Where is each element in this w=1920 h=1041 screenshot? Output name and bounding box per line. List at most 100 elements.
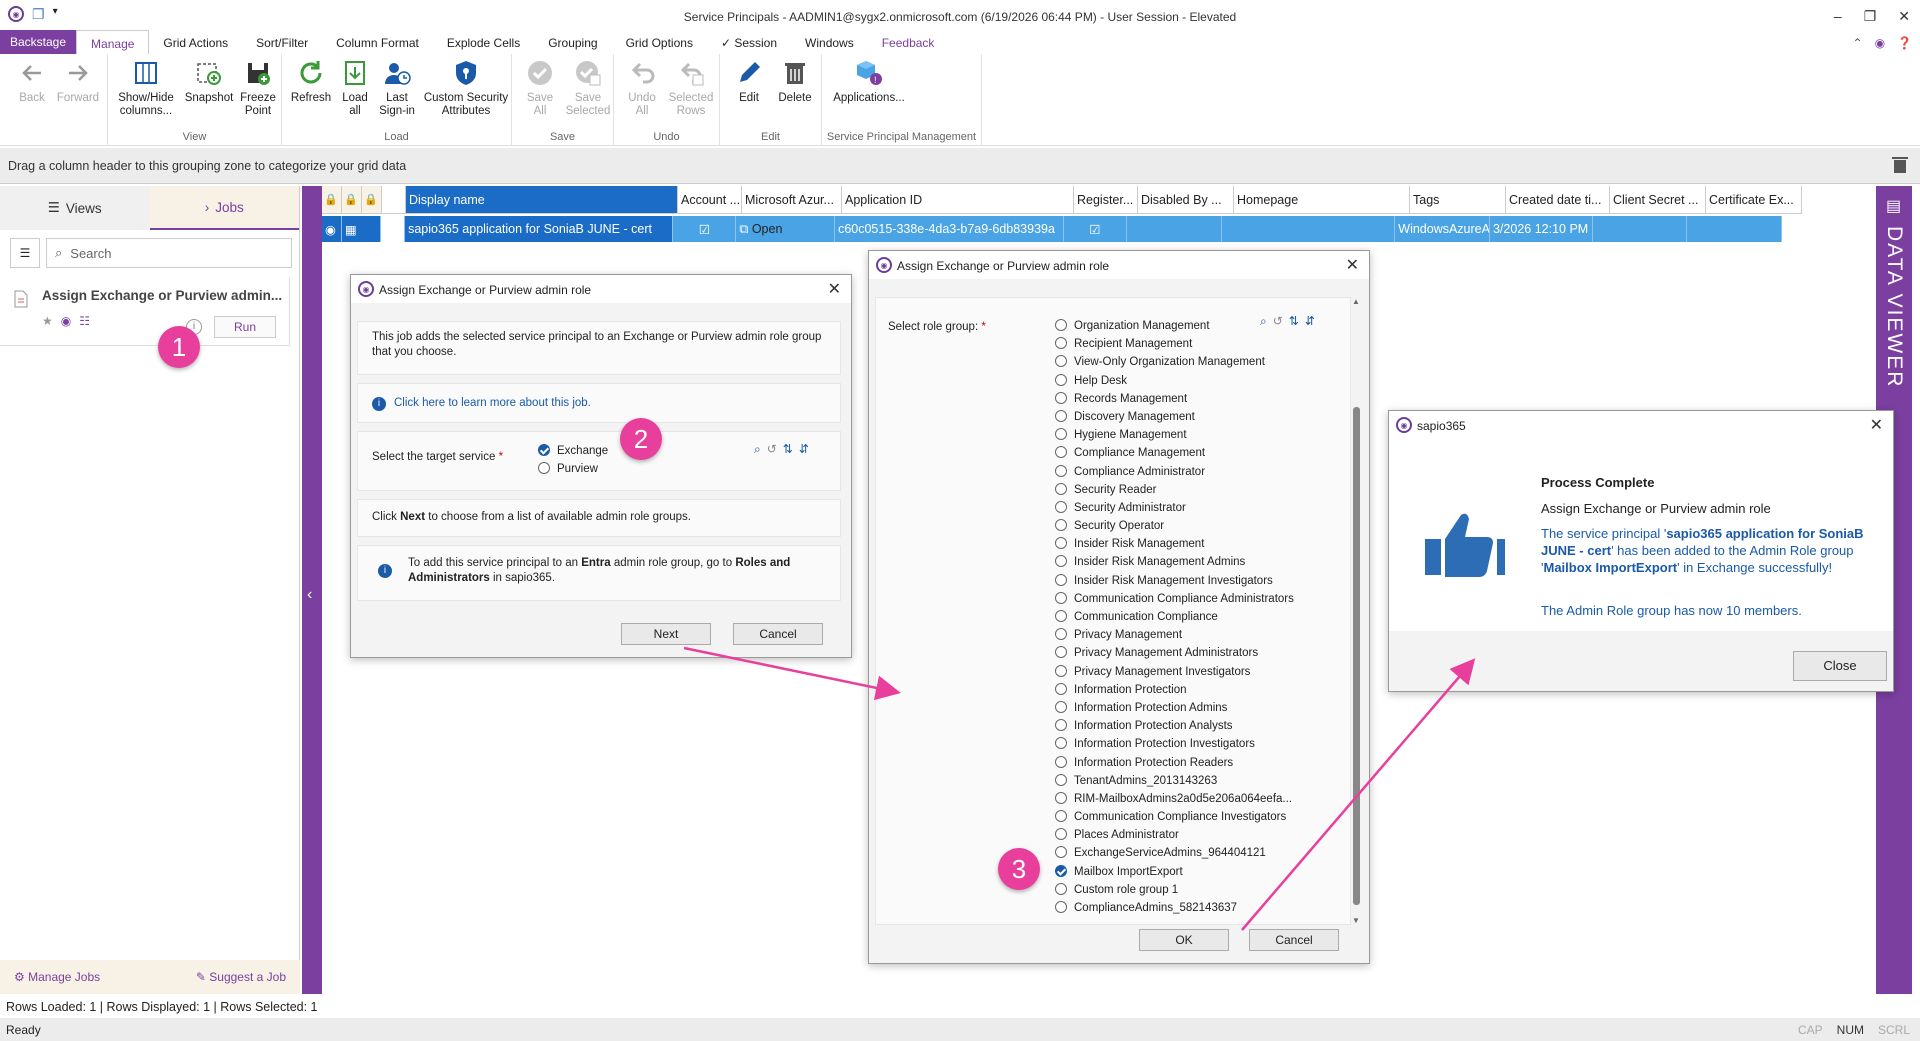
role-option[interactable]: Communication Compliance Administrators xyxy=(1055,591,1294,610)
applications-button[interactable]: ! Applications... xyxy=(826,58,912,105)
eye-icon[interactable]: ◉ xyxy=(1875,36,1885,50)
role-option[interactable]: Help Desk xyxy=(1055,373,1294,392)
cell-certificate[interactable] xyxy=(1687,216,1783,242)
tab-sort-filter[interactable]: Sort/Filter xyxy=(242,30,322,54)
role-option[interactable]: Information Protection Readers xyxy=(1055,755,1294,774)
undo-selected-rows-button[interactable]: Selected Rows xyxy=(666,58,716,118)
cell-tags[interactable]: WindowsAzureA xyxy=(1395,216,1490,242)
role-option[interactable]: Custom role group 1 xyxy=(1055,882,1294,901)
grouping-zone[interactable]: Drag a column header to this grouping zo… xyxy=(0,148,1920,184)
ok-button[interactable]: OK xyxy=(1139,929,1229,951)
lock-column-icon[interactable]: 🔒 xyxy=(362,186,382,214)
scrollbar[interactable]: ▲ ▼ xyxy=(1351,297,1361,925)
search-icon[interactable]: ⌕ xyxy=(754,442,761,457)
role-option[interactable]: TenantAdmins_2013143263 xyxy=(1055,773,1294,792)
role-option[interactable]: Information Protection xyxy=(1055,682,1294,701)
column-header[interactable]: Account ... xyxy=(678,186,742,214)
refresh-button[interactable]: Refresh xyxy=(288,58,334,105)
role-option[interactable]: Records Management xyxy=(1055,391,1294,410)
role-option[interactable]: Information Protection Investigators xyxy=(1055,737,1294,755)
suggest-job-link[interactable]: ✎ Suggest a Job xyxy=(196,970,286,984)
role-option[interactable]: Privacy Management xyxy=(1055,628,1294,646)
role-option[interactable]: Compliance Administrator xyxy=(1055,464,1294,483)
filter-icon[interactable]: ☰ xyxy=(10,238,40,268)
custom-security-attributes-button[interactable]: Custom Security Attributes xyxy=(422,58,510,118)
collapse-bar[interactable]: ‹ xyxy=(302,186,322,994)
role-option[interactable]: Communication Compliance xyxy=(1055,610,1294,628)
tab-jobs[interactable]: › Jobs xyxy=(149,186,299,230)
role-option[interactable]: Compliance Management xyxy=(1055,446,1294,464)
role-option[interactable]: Places Administrator xyxy=(1055,828,1294,846)
column-header[interactable]: Register... xyxy=(1074,186,1138,214)
back-button[interactable]: Back xyxy=(12,58,52,105)
table-row[interactable]: ◉ ▦ sapio365 application for SoniaB JUNE… xyxy=(322,216,1783,242)
show-hide-columns-button[interactable]: Show/Hide columns... xyxy=(114,58,178,118)
role-option[interactable]: Insider Risk Management Admins xyxy=(1055,555,1294,573)
role-option[interactable]: ComplianceAdmins_582143637 xyxy=(1055,901,1294,919)
cell-client-secret[interactable] xyxy=(1592,216,1688,242)
forward-button[interactable]: Forward xyxy=(54,58,102,105)
cell-display-name[interactable]: sapio365 application for SoniaB JUNE - c… xyxy=(405,216,674,242)
option-purview[interactable]: Purview xyxy=(538,460,608,478)
collapse-ribbon-icon[interactable]: ⌃ xyxy=(1853,36,1863,50)
reset-icon[interactable]: ↺ xyxy=(767,442,777,457)
next-button[interactable]: Next xyxy=(621,623,711,645)
learn-more-link[interactable]: Click here to learn more about this job. xyxy=(394,397,591,409)
cell-account-checkbox[interactable]: ☑ xyxy=(673,216,737,242)
undo-all-button[interactable]: Undo All xyxy=(622,58,662,118)
manage-jobs-link[interactable]: ⚙ Manage Jobs xyxy=(14,970,100,984)
tab-grid-actions[interactable]: Grid Actions xyxy=(149,30,242,54)
cancel-button[interactable]: Cancel xyxy=(733,623,823,645)
column-header[interactable]: Disabled By ... xyxy=(1138,186,1234,214)
role-option[interactable]: Security Administrator xyxy=(1055,500,1294,519)
column-header[interactable]: Certificate Ex... xyxy=(1706,186,1802,214)
close-button[interactable]: Close xyxy=(1793,651,1887,681)
load-all-button[interactable]: Load all xyxy=(338,58,372,118)
cell-disabled-by[interactable] xyxy=(1127,216,1222,242)
role-option[interactable]: Insider Risk Management xyxy=(1055,537,1294,555)
minimize-icon[interactable]: – xyxy=(1834,8,1842,25)
row-select-icon[interactable]: ◉ xyxy=(322,216,342,242)
save-all-button[interactable]: Save All xyxy=(520,58,560,118)
role-option[interactable]: View-Only Organization Management xyxy=(1055,355,1294,373)
cell-created[interactable]: 3/2026 12:10 PM xyxy=(1489,216,1593,242)
tab-backstage[interactable]: Backstage xyxy=(0,30,77,54)
cancel-button[interactable]: Cancel xyxy=(1249,929,1339,951)
tab-views[interactable]: ☰ Views xyxy=(0,186,150,230)
freeze-point-button[interactable]: Freeze Point xyxy=(238,58,278,118)
tab-column-format[interactable]: Column Format xyxy=(322,30,433,54)
column-header[interactable]: Display name xyxy=(406,186,678,214)
role-option[interactable]: Information Protection Admins xyxy=(1055,700,1294,719)
role-option[interactable]: Communication Compliance Investigators xyxy=(1055,810,1294,828)
tab-session[interactable]: ✓ Session xyxy=(707,30,791,54)
close-icon[interactable]: ✕ xyxy=(1870,415,1883,435)
tab-grid-options[interactable]: Grid Options xyxy=(612,30,707,54)
snapshot-button[interactable]: Snapshot xyxy=(182,58,236,105)
edit-button[interactable]: Edit xyxy=(732,58,766,105)
role-option[interactable]: Privacy Management Investigators xyxy=(1055,664,1294,683)
column-header[interactable]: Application ID xyxy=(842,186,1074,214)
close-icon[interactable]: ✕ xyxy=(1898,8,1910,25)
option-exchange[interactable]: Exchange xyxy=(538,442,608,460)
tab-feedback[interactable]: Feedback xyxy=(868,30,949,54)
delete-button[interactable]: Delete xyxy=(774,58,816,105)
role-option[interactable]: Security Reader xyxy=(1055,482,1294,501)
help-icon[interactable]: ❓ xyxy=(1897,36,1912,50)
trash-icon[interactable] xyxy=(1892,156,1908,174)
role-option[interactable]: Hygiene Management xyxy=(1055,428,1294,446)
cell-azure-link[interactable]: ⧉ Open xyxy=(736,216,836,242)
restore-icon[interactable]: ❐ xyxy=(1864,8,1877,25)
cell-application-id[interactable]: c60c0515-338e-4da3-b7a9-6db83939a xyxy=(835,216,1064,242)
column-header[interactable]: Created date ti... xyxy=(1506,186,1610,214)
role-option[interactable]: Privacy Management Administrators xyxy=(1055,646,1294,664)
sort-asc-icon[interactable]: ⇵ xyxy=(1305,314,1315,329)
last-sign-in-button[interactable]: Last Sign-in xyxy=(374,58,420,118)
tab-manage[interactable]: Manage xyxy=(76,30,150,54)
role-option[interactable]: Insider Risk Management Investigators xyxy=(1055,573,1294,592)
lock-column-icon[interactable]: 🔒 xyxy=(342,186,362,214)
run-button[interactable]: Run xyxy=(214,316,276,338)
role-option[interactable]: Information Protection Analysts xyxy=(1055,719,1294,737)
tab-windows[interactable]: Windows xyxy=(791,30,868,54)
tab-explode-cells[interactable]: Explode Cells xyxy=(433,30,534,54)
role-option[interactable]: Mailbox ImportExport xyxy=(1055,864,1294,883)
